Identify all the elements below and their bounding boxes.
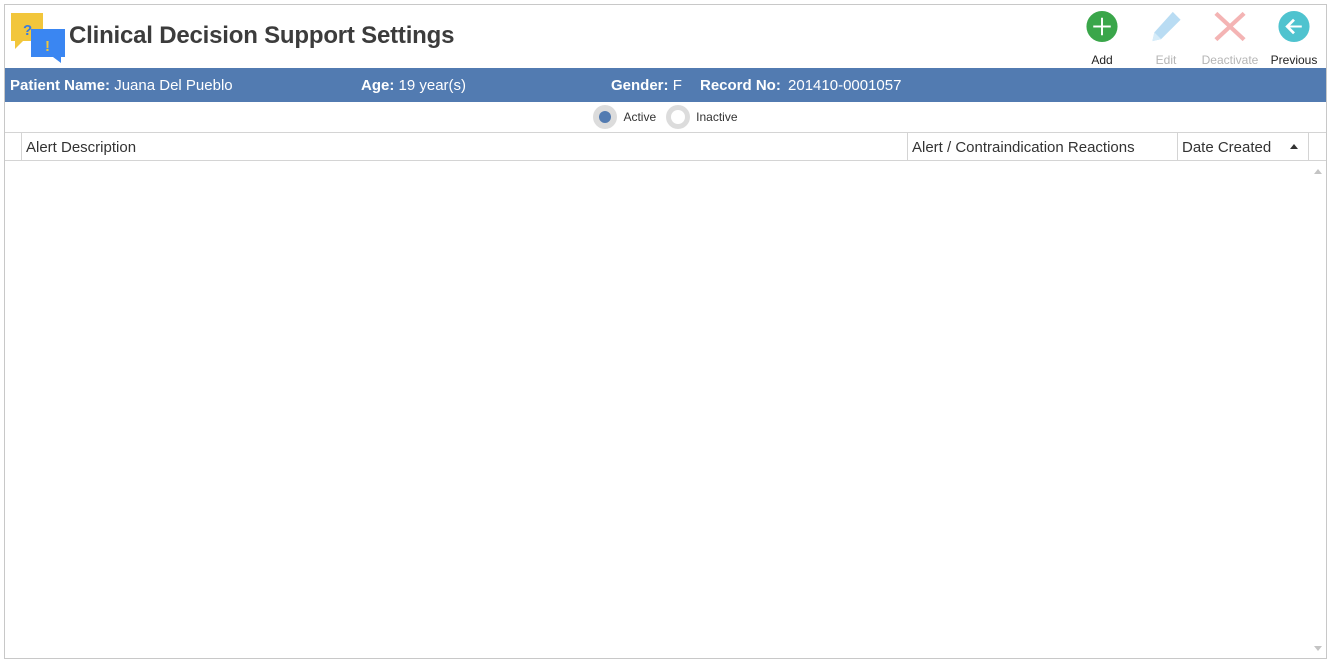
edit-label: Edit bbox=[1155, 53, 1177, 67]
grid-body bbox=[5, 161, 1326, 659]
edit-button[interactable]: Edit bbox=[1134, 7, 1198, 67]
previous-label: Previous bbox=[1270, 53, 1318, 67]
page-header: ? ! Clinical Decision Support Settings A… bbox=[5, 5, 1326, 68]
patient-age-value: 19 year(s) bbox=[398, 77, 467, 94]
active-radio-label: Active bbox=[623, 110, 657, 124]
alert-chat-bubbles-icon: ? ! bbox=[11, 13, 65, 63]
toolbar: Add Edit Deactivate Previous bbox=[1070, 7, 1326, 67]
inactive-radio[interactable]: Inactive bbox=[666, 105, 738, 129]
app-window: ? ! Clinical Decision Support Settings A… bbox=[4, 4, 1327, 659]
column-header-alert-description[interactable]: Alert Description bbox=[22, 133, 908, 160]
pencil-icon bbox=[1152, 11, 1181, 42]
x-mark-icon bbox=[1214, 11, 1246, 42]
deactivate-label: Deactivate bbox=[1201, 53, 1259, 67]
svg-text:?: ? bbox=[23, 22, 32, 39]
scroll-up-icon[interactable] bbox=[1314, 169, 1322, 174]
patient-info-bar: Patient Name: Juana Del Pueblo Age: 19 y… bbox=[5, 68, 1326, 102]
add-button[interactable]: Add bbox=[1070, 7, 1134, 67]
page-title: Clinical Decision Support Settings bbox=[69, 22, 455, 49]
patient-record-label: Record No: bbox=[700, 77, 781, 94]
deactivate-button[interactable]: Deactivate bbox=[1198, 7, 1262, 67]
patient-name-value: Juana Del Pueblo bbox=[114, 77, 233, 94]
patient-age-label: Age: bbox=[361, 77, 395, 94]
vertical-scrollbar[interactable] bbox=[1311, 163, 1325, 657]
patient-record: Record No: 201410-0001057 bbox=[700, 77, 901, 94]
patient-record-value: 201410-0001057 bbox=[788, 77, 902, 94]
active-radio[interactable]: Active bbox=[593, 105, 656, 129]
patient-age: Age: 19 year(s) bbox=[361, 77, 466, 94]
row-indicator-header bbox=[5, 133, 22, 160]
date-created-label: Date Created bbox=[1182, 139, 1272, 156]
patient-name: Patient Name: Juana Del Pueblo bbox=[10, 77, 233, 94]
column-header-date-created[interactable]: Date Created bbox=[1178, 133, 1309, 160]
status-filter: Active Inactive bbox=[5, 102, 1326, 132]
patient-gender: Gender: F bbox=[611, 77, 682, 94]
patient-name-label: Patient Name: bbox=[10, 77, 111, 94]
patient-gender-label: Gender: bbox=[611, 77, 669, 94]
radio-checked-indicator bbox=[593, 105, 618, 129]
radio-unchecked-indicator bbox=[666, 105, 691, 129]
grid-header: Alert Description Alert / Contraindicati… bbox=[5, 133, 1326, 161]
plus-circle-icon bbox=[1086, 10, 1118, 43]
inactive-radio-label: Inactive bbox=[696, 110, 738, 124]
arrow-left-circle-icon bbox=[1278, 10, 1310, 43]
alerts-grid: Alert Description Alert / Contraindicati… bbox=[5, 132, 1326, 659]
patient-gender-value: F bbox=[672, 77, 682, 94]
add-label: Add bbox=[1091, 53, 1113, 67]
previous-button[interactable]: Previous bbox=[1262, 7, 1326, 67]
column-header-reactions[interactable]: Alert / Contraindication Reactions bbox=[908, 133, 1178, 160]
svg-text:!: ! bbox=[45, 38, 50, 55]
scroll-down-icon[interactable] bbox=[1314, 646, 1322, 651]
sort-ascending-icon bbox=[1290, 144, 1298, 149]
